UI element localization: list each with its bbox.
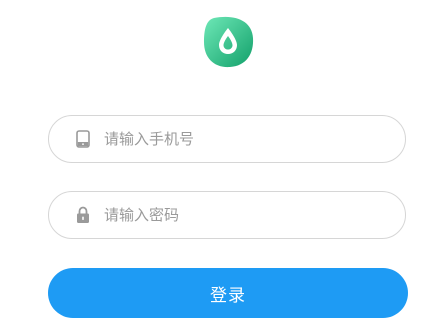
app-logo: [200, 14, 256, 70]
phone-field[interactable]: [48, 115, 406, 163]
water-drop-icon: [204, 16, 254, 68]
phone-icon: [74, 130, 92, 148]
lock-icon: [74, 206, 92, 224]
password-field[interactable]: [48, 191, 406, 239]
password-input[interactable]: [104, 200, 364, 230]
login-button[interactable]: 登录: [48, 268, 408, 318]
phone-input[interactable]: [104, 124, 364, 154]
